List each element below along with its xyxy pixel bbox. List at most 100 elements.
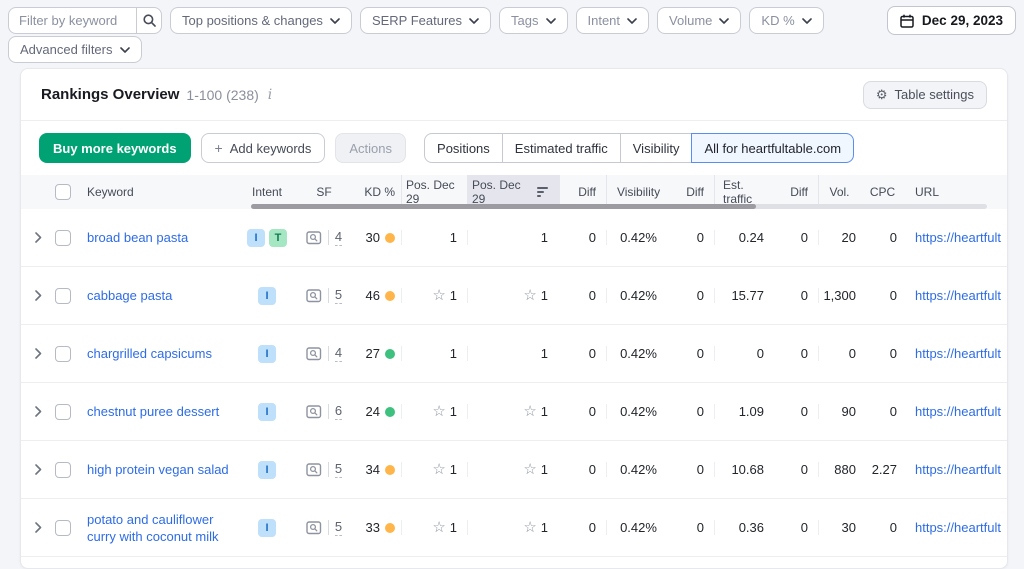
- pos-prev-value: 1: [450, 520, 457, 535]
- chevron-down-icon: [802, 18, 812, 24]
- row-expand-button[interactable]: [21, 522, 55, 533]
- serp-preview-icon[interactable]: [306, 289, 322, 303]
- header-keyword[interactable]: Keyword: [83, 175, 241, 209]
- diff-visibility-cell: 0: [670, 520, 714, 535]
- serp-preview-icon[interactable]: [306, 521, 322, 535]
- tab-positions[interactable]: Positions: [424, 133, 503, 163]
- url-link[interactable]: https://heartfult: [915, 230, 1001, 245]
- serp-preview-icon[interactable]: [306, 463, 322, 477]
- kd-dot: [385, 291, 395, 301]
- chevron-down-icon: [546, 18, 556, 24]
- diff-visibility-cell: 0: [670, 230, 714, 245]
- panel-header: Rankings Overview 1-100 (238) i ⚙ Table …: [21, 69, 1007, 121]
- visibility-cell: 0.42%: [606, 346, 670, 361]
- buy-more-keywords-button[interactable]: Buy more keywords: [39, 133, 191, 163]
- row-checkbox[interactable]: [55, 520, 71, 536]
- header-expand-spacer: [21, 175, 55, 209]
- url-link[interactable]: https://heartfult: [915, 520, 1001, 535]
- est-traffic-cell: 15.77: [714, 288, 776, 303]
- keyword-filter-input[interactable]: [8, 7, 136, 34]
- cpc-cell: 0: [864, 404, 906, 419]
- sf-count[interactable]: 4: [335, 345, 342, 362]
- advanced-filters-dropdown[interactable]: Advanced filters: [8, 36, 142, 63]
- dropdown-intent[interactable]: Intent: [576, 7, 650, 34]
- url-link[interactable]: https://heartfult: [915, 346, 1001, 361]
- diff-pos-cell: 0: [560, 346, 606, 361]
- intent-badges: I: [241, 403, 293, 421]
- table-row: broad bean pasta IT 4 30 ☆ 1 ☆ 1 0: [21, 209, 1007, 267]
- row-expand-button[interactable]: [21, 406, 55, 417]
- serp-preview-icon[interactable]: [306, 231, 322, 245]
- row-expand-button[interactable]: [21, 232, 55, 243]
- sf-count[interactable]: 4: [335, 229, 342, 246]
- dropdown-tags[interactable]: Tags: [499, 7, 567, 34]
- row-expand-button[interactable]: [21, 464, 55, 475]
- kd-dot: [385, 523, 395, 533]
- kd-value: 46: [366, 288, 380, 303]
- search-button[interactable]: [136, 7, 162, 34]
- row-checkbox[interactable]: [55, 346, 71, 362]
- cpc-cell: 0: [864, 230, 906, 245]
- table-row: chargrilled capsicums I 4 27 ☆ 1 ☆ 1: [21, 325, 1007, 383]
- keyword-link[interactable]: chestnut puree dessert: [87, 403, 219, 420]
- sf-count[interactable]: 5: [335, 461, 342, 478]
- chevron-right-icon: [35, 290, 42, 301]
- gear-icon: ⚙: [876, 87, 888, 103]
- kd-value: 30: [366, 230, 380, 245]
- diff-pos-cell: 0: [560, 404, 606, 419]
- sf-count[interactable]: 5: [335, 519, 342, 536]
- keyword-link[interactable]: broad bean pasta: [87, 229, 188, 246]
- cpc-cell: 2.27: [864, 462, 906, 477]
- dropdown-serp-features[interactable]: SERP Features: [360, 7, 491, 34]
- diff-visibility-cell: 0: [670, 404, 714, 419]
- intent-badge: T: [269, 229, 287, 247]
- sf-count[interactable]: 6: [335, 403, 342, 420]
- keyword-link[interactable]: chargrilled capsicums: [87, 345, 212, 362]
- dropdown-top-positions[interactable]: Top positions & changes: [170, 7, 352, 34]
- kd-value: 27: [366, 346, 380, 361]
- divider: [328, 230, 329, 245]
- keyword-link[interactable]: cabbage pasta: [87, 287, 172, 304]
- sf-count[interactable]: 5: [335, 287, 342, 304]
- url-link[interactable]: https://heartfult: [915, 288, 1001, 303]
- url-link[interactable]: https://heartfult: [915, 462, 1001, 477]
- table-settings-button[interactable]: ⚙ Table settings: [863, 81, 987, 109]
- kd-dot: [385, 465, 395, 475]
- divider: [328, 404, 329, 419]
- pos-prev-cell: ☆ 1: [401, 346, 467, 361]
- star-icon: ☆: [523, 404, 536, 419]
- tab-estimated-traffic[interactable]: Estimated traffic: [503, 133, 621, 163]
- select-all-checkbox[interactable]: [55, 184, 71, 200]
- row-checkbox[interactable]: [55, 230, 71, 246]
- add-keywords-button[interactable]: + Add keywords: [201, 133, 326, 163]
- serp-preview-icon[interactable]: [306, 347, 322, 361]
- info-icon[interactable]: i: [268, 87, 272, 103]
- dropdown-kd[interactable]: KD %: [749, 7, 823, 34]
- tab-visibility[interactable]: Visibility: [621, 133, 693, 163]
- kd-cell: 33: [355, 520, 401, 535]
- dropdown-volume[interactable]: Volume: [657, 7, 741, 34]
- row-checkbox[interactable]: [55, 404, 71, 420]
- row-expand-button[interactable]: [21, 290, 55, 301]
- keyword-link[interactable]: potato and cauliflower curry with coconu…: [87, 511, 233, 545]
- keyword-link[interactable]: high protein vegan salad: [87, 461, 229, 478]
- pos-current-cell: ☆ 1: [467, 404, 560, 419]
- scrollbar-thumb[interactable]: [251, 204, 756, 209]
- row-checkbox[interactable]: [55, 462, 71, 478]
- actions-button[interactable]: Actions: [335, 133, 406, 163]
- dropdown-label: Top positions & changes: [182, 13, 323, 28]
- tab-all-for-domain[interactable]: All for heartfultable.com: [691, 133, 854, 163]
- intent-badges: I: [241, 345, 293, 363]
- keyword-filter-group: [8, 7, 162, 34]
- chevron-down-icon: [469, 18, 479, 24]
- pos-prev-value: 1: [450, 230, 457, 245]
- url-link[interactable]: https://heartfult: [915, 404, 1001, 419]
- serp-preview-icon[interactable]: [306, 405, 322, 419]
- sf-cell: 5: [293, 519, 355, 536]
- date-picker-button[interactable]: Dec 29, 2023: [887, 6, 1016, 35]
- row-expand-button[interactable]: [21, 348, 55, 359]
- cpc-cell: 0: [864, 288, 906, 303]
- visibility-cell: 0.42%: [606, 288, 670, 303]
- kd-dot: [385, 407, 395, 417]
- row-checkbox[interactable]: [55, 288, 71, 304]
